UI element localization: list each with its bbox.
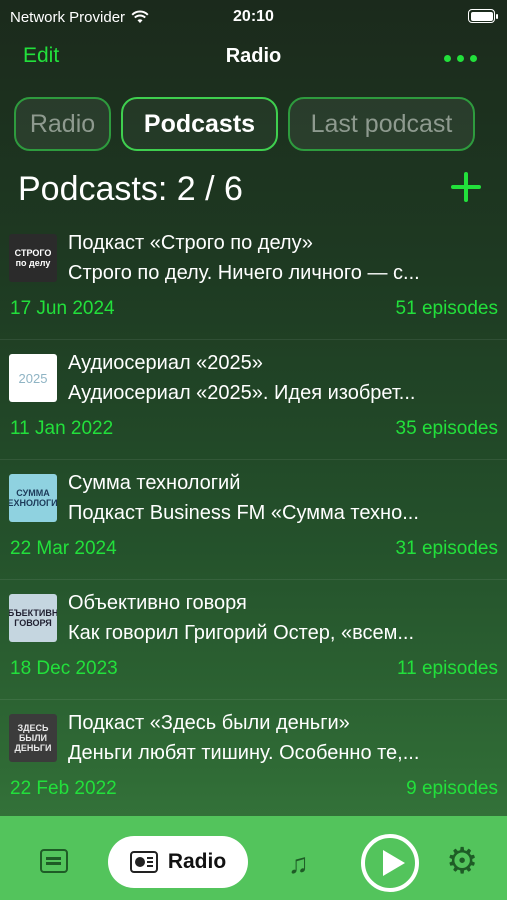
podcast-thumbnail: СТРОГО по делу — [9, 234, 57, 282]
news-icon[interactable] — [40, 849, 68, 873]
status-bar: Network Provider 20:10 — [0, 0, 507, 34]
playlist-icon[interactable]: ♫ — [288, 850, 309, 878]
podcast-title: Аудиосериал «2025» — [68, 352, 263, 374]
status-time: 20:10 — [233, 8, 274, 25]
podcast-description: Строго по делу. Ничего личного — с... — [68, 262, 420, 284]
podcast-title: Сумма технологий — [68, 472, 241, 494]
podcasts-count-title: Podcasts: 2 / 6 — [18, 170, 243, 208]
podcast-episodes: 51 episodes — [395, 298, 498, 319]
podcast-list: СТРОГО по делу Подкаст «Строго по делу» … — [0, 220, 507, 820]
podcast-item[interactable]: ОБЪЕКТИВНО ГОВОРЯ Объективно говоря Как … — [0, 580, 507, 700]
list-header: Podcasts: 2 / 6 — [18, 168, 487, 214]
segment-radio[interactable]: Radio — [14, 97, 111, 151]
podcast-thumbnail: СУММА ТЕХНОЛОГИЙ — [9, 474, 57, 522]
segment-podcasts[interactable]: Podcasts — [121, 97, 278, 151]
add-icon[interactable] — [451, 172, 481, 202]
podcast-description: Подкаст Business FM «Сумма техно... — [68, 502, 419, 524]
podcast-item[interactable]: СТРОГО по делу Подкаст «Строго по делу» … — [0, 220, 507, 340]
gear-icon[interactable]: ⚙ — [446, 843, 478, 879]
podcast-title: Объективно говоря — [68, 592, 247, 614]
podcast-date: 18 Dec 2023 — [10, 658, 118, 679]
podcast-item[interactable]: СУММА ТЕХНОЛОГИЙ Сумма технологий Подкас… — [0, 460, 507, 580]
podcast-episodes: 35 episodes — [395, 418, 498, 439]
podcast-title: Подкаст «Строго по делу» — [68, 232, 313, 254]
podcast-thumbnail: ЗДЕСЬ БЫЛИ ДЕНЬГИ — [9, 714, 57, 762]
podcast-description: Как говорил Григорий Остер, «всем... — [68, 622, 415, 644]
more-options-icon[interactable] — [444, 55, 477, 62]
podcast-date: 22 Feb 2022 — [10, 778, 117, 799]
podcast-thumbnail: 2025 — [9, 354, 57, 402]
play-button[interactable] — [361, 834, 419, 892]
podcast-description: Деньги любят тишину. Особенно те,... — [68, 742, 420, 764]
segment-last-podcast[interactable]: Last podcast — [288, 97, 475, 151]
podcast-thumbnail: ОБЪЕКТИВНО ГОВОРЯ — [9, 594, 57, 642]
podcast-date: 22 Mar 2024 — [10, 538, 117, 559]
podcast-date: 11 Jan 2022 — [10, 418, 114, 439]
segmented-control: Radio Podcasts Last podcast — [14, 97, 475, 151]
podcast-item[interactable]: 2025 Аудиосериал «2025» Аудиосериал «202… — [0, 340, 507, 460]
tab-radio-label: Radio — [167, 850, 227, 873]
podcast-title: Подкаст «Здесь были деньги» — [68, 712, 350, 734]
tab-bar: Radio ♫ ⚙ — [0, 816, 507, 900]
navigation-bar: Edit Radio — [0, 38, 507, 78]
podcast-item[interactable]: ЗДЕСЬ БЫЛИ ДЕНЬГИ Подкаст «Здесь были де… — [0, 700, 507, 820]
podcast-date: 17 Jun 2024 — [10, 298, 115, 319]
page-title: Radio — [225, 45, 282, 67]
radio-icon — [129, 851, 158, 873]
tab-radio[interactable]: Radio — [108, 836, 248, 888]
battery-icon — [468, 9, 498, 23]
podcast-episodes: 11 episodes — [396, 658, 498, 679]
podcast-episodes: 9 episodes — [406, 778, 498, 799]
podcast-episodes: 31 episodes — [395, 538, 498, 559]
podcast-description: Аудиосериал «2025». Идея изобрет... — [68, 382, 416, 404]
